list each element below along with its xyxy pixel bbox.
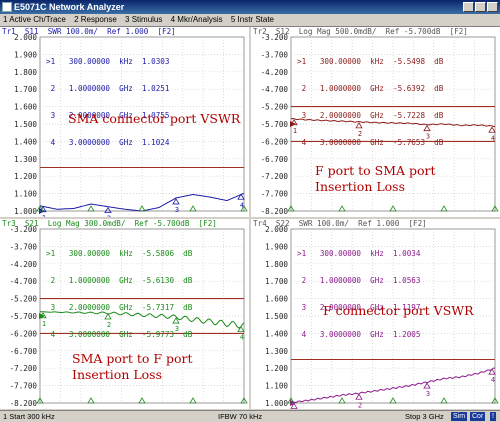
marker-readout: 3 2.0000000 GHz -5.7317 dB xyxy=(46,303,193,312)
marker-label: 4 xyxy=(491,134,495,142)
y-tick-label: -7.200 xyxy=(10,364,38,373)
y-tick-label: -6.200 xyxy=(10,329,38,338)
marker-label: 4 xyxy=(491,376,495,384)
marker-readout: >1 300.00000 kHz -5.5498 dB xyxy=(297,57,444,66)
cor-button[interactable]: Cor xyxy=(470,412,486,421)
y-tick-label: 1.000 xyxy=(265,399,288,408)
marker-readout: 4 3.0000000 GHz -5.7653 dB xyxy=(297,138,444,147)
y-tick-label: -7.700 xyxy=(10,382,38,391)
y-tick-label: 1.900 xyxy=(265,242,288,251)
y-tick-label: -6.700 xyxy=(261,155,289,164)
y-tick-label: -7.700 xyxy=(261,190,289,199)
y-tick-label: 1.400 xyxy=(14,137,37,146)
status-ifbw: IFBW 70 kHz xyxy=(218,412,263,421)
menu-instr-state[interactable]: 5 Instr State xyxy=(231,15,274,24)
y-tick-label: 1.100 xyxy=(14,190,37,199)
annotation-text: F port to SMA port Insertion Loss xyxy=(315,163,436,194)
y-tick-label: -6.200 xyxy=(261,137,289,146)
y-tick-label: -5.700 xyxy=(10,312,38,321)
y-tick-label: 1.000 xyxy=(14,207,37,216)
marker-label: 3 xyxy=(175,206,179,214)
annotation-text: SMA port to F port Insertion Loss xyxy=(72,351,193,382)
close-button[interactable] xyxy=(487,2,498,12)
y-tick-label: -8.200 xyxy=(261,207,289,216)
y-tick-label: -8.200 xyxy=(10,399,38,408)
marker-readout: 3 2.0000000 GHz -5.7228 dB xyxy=(297,111,444,120)
trace-panel-tr2[interactable]: -3.200 -3.700 -4.200 -4.700 -5.200 -5.700 -6.2… xyxy=(251,27,500,217)
trace-header-tr1: Tr1 S11 SWR 100.0m/ Ref 1.000 [F2] xyxy=(2,27,176,36)
marker-label: 1 xyxy=(42,214,46,217)
y-tick-label: 1.500 xyxy=(265,312,288,321)
marker-label: 4 xyxy=(240,334,244,342)
y-tick-label: 1.600 xyxy=(14,103,37,112)
annotation-text: SMA connector port VSWR xyxy=(68,111,241,126)
y-tick-label: -5.200 xyxy=(10,295,38,304)
trace-panel-tr4[interactable]: 2.000 1.900 1.800 1.700 1.600 1.500 1.400 1.300… xyxy=(251,219,500,409)
y-tick-label: 1.700 xyxy=(265,277,288,286)
marker-readout: 4 3.0000000 GHz 1.2005 xyxy=(297,330,421,339)
y-tick-label: -5.200 xyxy=(261,103,289,112)
y-tick-label: -7.200 xyxy=(261,172,289,181)
marker-readout: >1 300.00000 kHz -5.5806 dB xyxy=(46,249,193,258)
marker-label: 2 xyxy=(107,215,111,217)
annotation-text: F connector port VSWR xyxy=(323,303,474,318)
status-bar: 1 Start 300 kHz IFBW 70 kHz Stop 3 GHz S… xyxy=(0,410,500,422)
y-tick-label: 1.600 xyxy=(265,295,288,304)
sim-button[interactable]: Sim xyxy=(451,412,468,421)
y-tick-label: 1.300 xyxy=(14,155,37,164)
status-start: 1 Start 300 kHz xyxy=(3,412,55,421)
status-stop: Stop 3 GHz xyxy=(405,412,444,421)
y-tick-label: 1.300 xyxy=(265,347,288,356)
menu-response[interactable]: 2 Response xyxy=(74,15,117,24)
y-tick-label: -6.700 xyxy=(10,347,38,356)
y-tick-label: -4.700 xyxy=(10,277,38,286)
y-tick-label: 1.400 xyxy=(265,329,288,338)
menu-stimulus[interactable]: 3 Stimulus xyxy=(125,15,162,24)
y-tick-label: 1.100 xyxy=(265,382,288,391)
trace-panel-tr1[interactable]: 2.000 1.900 1.800 1.700 1.600 1.500 1.400 1.300… xyxy=(0,27,249,217)
maximize-button[interactable] xyxy=(475,2,486,12)
y-tick-label: 1.800 xyxy=(14,68,37,77)
menu-bar: 1 Active Ch/Trace 2 Response 3 Stimulus … xyxy=(0,14,500,27)
menu-active-ch-trace[interactable]: 1 Active Ch/Trace xyxy=(3,15,66,24)
y-tick-label: 1.800 xyxy=(265,260,288,269)
y-tick-label: 1.900 xyxy=(14,50,37,59)
y-tick-label: -4.700 xyxy=(261,85,289,94)
minimize-button[interactable] xyxy=(463,2,474,12)
y-tick-label: 1.500 xyxy=(14,120,37,129)
marker-readout: 4 3.0000000 GHz 1.1024 xyxy=(46,138,170,147)
y-tick-label: -5.700 xyxy=(261,120,289,129)
y-tick-label: -3.700 xyxy=(261,50,289,59)
marker-readout: >1 300.00000 kHz 1.0034 xyxy=(297,249,421,258)
window-titlebar: E5071C Network Analyzer xyxy=(0,0,500,14)
warning-button[interactable]: ! xyxy=(490,412,496,421)
marker-label: 2 xyxy=(358,401,362,409)
marker-label: 3 xyxy=(426,390,430,398)
y-tick-label: 1.700 xyxy=(14,85,37,94)
marker-readout: 2 1.0000000 GHz -5.6392 dB xyxy=(297,84,444,93)
marker-readout: 2 1.0000000 GHz -5.6130 dB xyxy=(46,276,193,285)
trace-header-tr2: Tr2 S12 Log Mag 500.0mdB/ Ref -5.700dB [… xyxy=(253,27,468,36)
app-icon xyxy=(2,2,12,12)
marker-readout: 2 1.0000000 GHz 1.0563 xyxy=(297,276,421,285)
window-title: E5071C Network Analyzer xyxy=(14,2,125,12)
y-tick-label: -4.200 xyxy=(10,260,38,269)
trace-header-tr4: Tr4 S22 SWR 100.0m/ Ref 1.000 [F2] xyxy=(253,219,427,228)
menu-mkr-analysis[interactable]: 4 Mkr/Analysis xyxy=(171,15,223,24)
marker-readout: >1 300.00000 kHz 1.0303 xyxy=(46,57,170,66)
marker-label: 4 xyxy=(240,201,244,209)
y-tick-label: -3.700 xyxy=(10,242,38,251)
y-tick-label: 1.200 xyxy=(265,364,288,373)
marker-readout: 4 3.0000000 GHz -5.9773 dB xyxy=(46,330,193,339)
y-tick-label: 1.200 xyxy=(14,172,37,181)
y-tick-label: -4.200 xyxy=(261,68,289,77)
trace-panel-tr3[interactable]: -3.200 -3.700 -4.200 -4.700 -5.200 -5.700 -6.2… xyxy=(0,219,249,409)
marker-readout: 2 1.0000000 GHz 1.0251 xyxy=(46,84,170,93)
trace-header-tr3: Tr3 S21 Log Mag 300.0mdB/ Ref -5.700dB [… xyxy=(2,219,217,228)
